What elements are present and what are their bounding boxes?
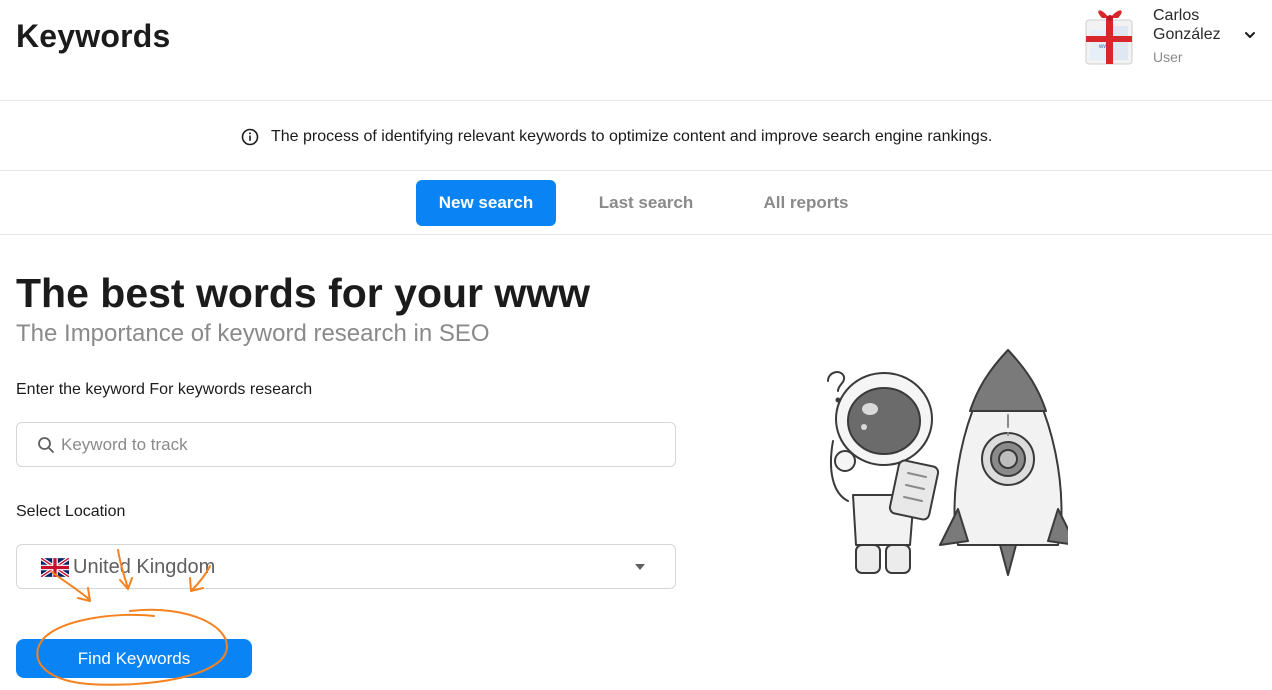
caret-down-icon [635,564,645,570]
search-icon [38,437,54,453]
tab-bar: New search Last search All reports [0,171,1272,235]
find-keywords-button[interactable]: Find Keywords [16,639,252,678]
location-value: United Kingdom [73,556,216,578]
top-bar: Keywords www Carlos González User [0,0,1272,101]
info-banner: The process of identifying relevant keyw… [0,101,1272,171]
keyword-label: Enter the keyword For keywords research [16,381,313,398]
page-title: Keywords [16,18,171,54]
location-select[interactable]: United Kingdom [16,544,676,589]
user-menu[interactable]: www Carlos González User [1082,6,1262,70]
main-subheading: The Importance of keyword research in SE… [16,320,490,347]
uk-flag-icon [41,558,69,577]
chevron-down-icon[interactable] [1243,28,1257,42]
keyword-field [16,422,676,467]
avatar: www [1085,10,1133,65]
user-name: Carlos González [1153,7,1221,43]
tab-last-search[interactable]: Last search [576,180,716,226]
annotation-arrowhead [77,587,91,602]
astronaut-rocket-illustration [827,349,1068,576]
main-heading: The best words for your www [16,270,591,316]
keyword-input[interactable] [61,424,661,465]
location-label: Select Location [16,503,126,520]
tab-new-search[interactable]: New search [416,180,556,226]
user-role: User [1153,49,1183,65]
tab-all-reports[interactable]: All reports [736,180,876,226]
info-icon [241,128,259,146]
info-text: The process of identifying relevant keyw… [271,128,993,145]
